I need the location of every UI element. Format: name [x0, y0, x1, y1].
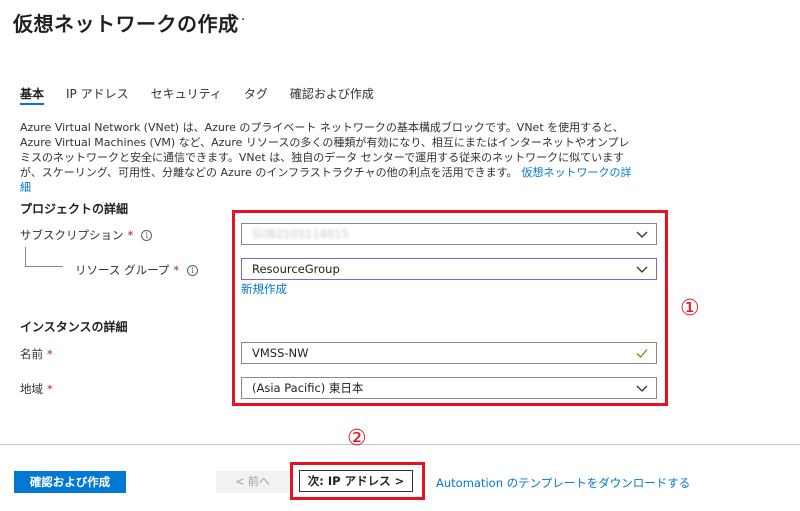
more-options-button[interactable]: ···	[230, 12, 246, 28]
annotation-marker-1: ①	[680, 296, 700, 321]
next-ip-addresses-button[interactable]: 次: IP アドレス >	[299, 470, 413, 492]
name-label-text: 名前	[20, 347, 43, 361]
tab-ip-addresses[interactable]: IP アドレス	[66, 85, 129, 105]
info-icon[interactable]: i	[141, 230, 153, 241]
tab-security[interactable]: セキュリティ	[151, 85, 222, 105]
previous-button[interactable]: < 前へ	[216, 471, 289, 493]
instance-details-heading: インスタンスの詳細	[20, 320, 128, 334]
required-mark: *	[47, 382, 53, 396]
page-title: 仮想ネットワークの作成	[13, 12, 239, 36]
review-create-button[interactable]: 確認および作成	[14, 471, 126, 493]
tab-bar: 基本 IP アドレス セキュリティ タグ 確認および作成	[20, 85, 396, 105]
download-template-link[interactable]: Automation のテンプレートをダウンロードする	[436, 475, 690, 491]
subscription-label: サブスクリプション * i	[20, 227, 153, 243]
annotation-marker-2: ②	[347, 426, 367, 451]
required-mark: *	[127, 228, 134, 242]
name-label: 名前 *	[20, 346, 53, 362]
tree-connector-vertical	[25, 247, 26, 267]
resource-group-label-text: リソース グループ	[75, 263, 170, 277]
project-details-heading: プロジェクトの詳細	[20, 202, 129, 216]
resource-group-label: リソース グループ * i	[75, 262, 199, 278]
footer-divider	[0, 444, 800, 445]
region-label-text: 地域	[20, 382, 43, 396]
annotation-highlight-box-1	[232, 210, 668, 406]
tab-tags[interactable]: タグ	[244, 85, 268, 105]
region-label: 地域 *	[20, 381, 53, 397]
info-icon[interactable]: i	[187, 265, 199, 276]
required-mark: *	[173, 263, 180, 277]
description: Azure Virtual Network (VNet) は、Azure のプラ…	[20, 120, 640, 195]
tree-connector-horizontal	[25, 266, 63, 267]
required-mark: *	[47, 347, 53, 361]
tab-basics[interactable]: 基本	[20, 85, 45, 105]
tab-review-create[interactable]: 確認および作成	[290, 85, 374, 105]
subscription-label-text: サブスクリプション	[20, 228, 124, 242]
